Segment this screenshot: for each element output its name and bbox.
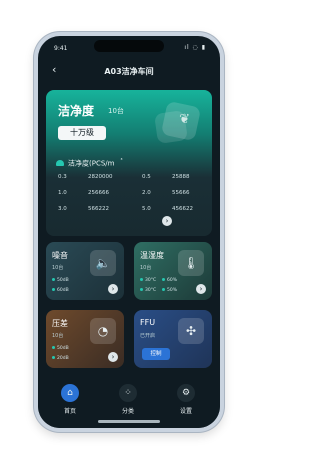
noise-count: 10台 xyxy=(52,265,64,271)
tab-category-label: 分类 xyxy=(121,408,134,415)
humidity-count: 10台 xyxy=(140,265,152,271)
pressure-reading-2: 20dB xyxy=(52,356,69,361)
thermometer-icon: 🌡 xyxy=(178,250,204,276)
table-cell: 566222 xyxy=(88,206,109,212)
cleanliness-title: 洁净度 xyxy=(58,104,95,118)
chevron-right-icon: › xyxy=(111,285,115,293)
table-cell: 2820000 xyxy=(88,174,113,180)
pressure-count: 10台 xyxy=(52,333,64,339)
cleanliness-count: 10台 xyxy=(108,107,124,115)
status-dot xyxy=(162,278,165,281)
subtitle-superscript: ³ xyxy=(120,158,123,164)
status-dot xyxy=(52,278,55,281)
pressure-more-button[interactable]: › xyxy=(108,352,118,362)
chevron-right-icon: › xyxy=(111,353,115,361)
noise-title: 噪音 xyxy=(52,251,68,260)
ffu-status: 已开启 xyxy=(140,333,156,339)
home-icon: ⌂ xyxy=(61,384,79,402)
humidity-value-2: 50% xyxy=(167,288,178,293)
humidity-value-1: 60% xyxy=(167,278,178,283)
grid-icon: ⁘ xyxy=(119,384,137,402)
noise-reading-1: 50dB xyxy=(52,278,69,283)
ffu-title: FFU xyxy=(140,318,156,327)
table-row: 3.0 566222 5.0 456622 xyxy=(58,206,204,222)
table-cell: 3.0 xyxy=(58,206,67,212)
humidity-tile[interactable]: 温湿度 10台 🌡 30°C 30°C 60% 50% › xyxy=(134,242,212,300)
leaf-icon: ❦ xyxy=(179,112,190,127)
table-cell: 25888 xyxy=(172,174,190,180)
status-dot xyxy=(140,278,143,281)
page-title: A03洁净车间 xyxy=(104,67,154,76)
level-badge: 十万级 xyxy=(58,126,106,140)
pressure-title: 压差 xyxy=(52,319,68,328)
table-cell: 1.0 xyxy=(58,190,67,196)
tab-home[interactable]: ⌂ 首页 xyxy=(50,384,90,415)
table-cell: 0.5 xyxy=(142,174,151,180)
noise-tile[interactable]: 噪音 10台 🔈 50dB 60dB › xyxy=(46,242,124,300)
pressure-tile[interactable]: 压差 10台 ◔ 50dB 20dB › xyxy=(46,310,124,368)
tab-category[interactable]: ⁘ 分类 xyxy=(108,384,148,415)
notch xyxy=(94,40,164,52)
temp-value-1: 30°C xyxy=(145,278,157,283)
pressure-reading-1: 50dB xyxy=(52,346,69,351)
ffu-tile[interactable]: FFU 已开启 ✣ 控制 xyxy=(134,310,212,368)
noise-value-2: 60dB xyxy=(57,288,69,293)
cleanliness-subtitle: 洁净度(PCS/m ³ xyxy=(56,158,122,168)
table-cell: 55666 xyxy=(172,190,190,196)
speaker-icon: 🔈 xyxy=(90,250,116,276)
cleanliness-more-button[interactable]: › xyxy=(162,216,172,226)
table-cell: 456622 xyxy=(172,206,193,212)
status-indicators: ıl ◌ ▮ xyxy=(184,44,206,51)
subtitle-text: 洁净度(PCS/m xyxy=(68,159,115,168)
status-dot xyxy=(140,288,143,291)
status-time: 9:41 xyxy=(54,45,68,52)
particle-table: 0.3 2820000 0.5 25888 1.0 256666 2.0 556… xyxy=(58,174,204,222)
particle-icon xyxy=(56,160,64,167)
status-bar: 9:41 ıl ◌ ▮ xyxy=(38,36,220,52)
humidity-title: 温湿度 xyxy=(140,251,164,260)
pressure-value-1: 50dB xyxy=(57,346,69,351)
humidity-reading-3: 60% xyxy=(162,278,177,283)
cleanliness-card[interactable]: ❦ 洁净度 10台 十万级 洁净度(PCS/m ³ 0.3 2820000 0.5… xyxy=(46,90,212,236)
tab-settings[interactable]: ⚙ 设置 xyxy=(166,384,206,415)
table-row: 1.0 256666 2.0 55666 xyxy=(58,190,204,206)
chevron-right-icon: › xyxy=(165,217,169,225)
table-cell: 256666 xyxy=(88,190,109,196)
gauge-icon: ◔ xyxy=(90,318,116,344)
humidity-reading-2: 30°C xyxy=(140,288,156,293)
nav-bar: ‹ A03洁净车间 xyxy=(38,60,220,80)
tab-home-label: 首页 xyxy=(63,408,76,415)
noise-more-button[interactable]: › xyxy=(108,284,118,294)
status-dot xyxy=(162,288,165,291)
table-cell: 0.3 xyxy=(58,174,67,180)
table-cell: 2.0 xyxy=(142,190,151,196)
temp-value-2: 30°C xyxy=(145,288,157,293)
app-screen: 9:41 ıl ◌ ▮ ‹ A03洁净车间 ❦ 洁净度 10台 十万级 洁净度(… xyxy=(38,36,220,428)
table-cell: 5.0 xyxy=(142,206,151,212)
status-dot xyxy=(52,356,55,359)
home-indicator xyxy=(98,420,160,423)
chevron-right-icon: › xyxy=(199,285,203,293)
humidity-reading-1: 30°C xyxy=(140,278,156,283)
ffu-control-button[interactable]: 控制 xyxy=(142,348,170,360)
gear-icon: ⚙ xyxy=(177,384,195,402)
noise-reading-2: 60dB xyxy=(52,288,69,293)
tab-settings-label: 设置 xyxy=(179,408,192,415)
status-dot xyxy=(52,346,55,349)
pressure-value-2: 20dB xyxy=(57,356,69,361)
fan-icon: ✣ xyxy=(178,318,204,344)
noise-value-1: 50dB xyxy=(57,278,69,283)
humidity-reading-4: 50% xyxy=(162,288,177,293)
humidity-more-button[interactable]: › xyxy=(196,284,206,294)
status-dot xyxy=(52,288,55,291)
table-row: 0.3 2820000 0.5 25888 xyxy=(58,174,204,190)
